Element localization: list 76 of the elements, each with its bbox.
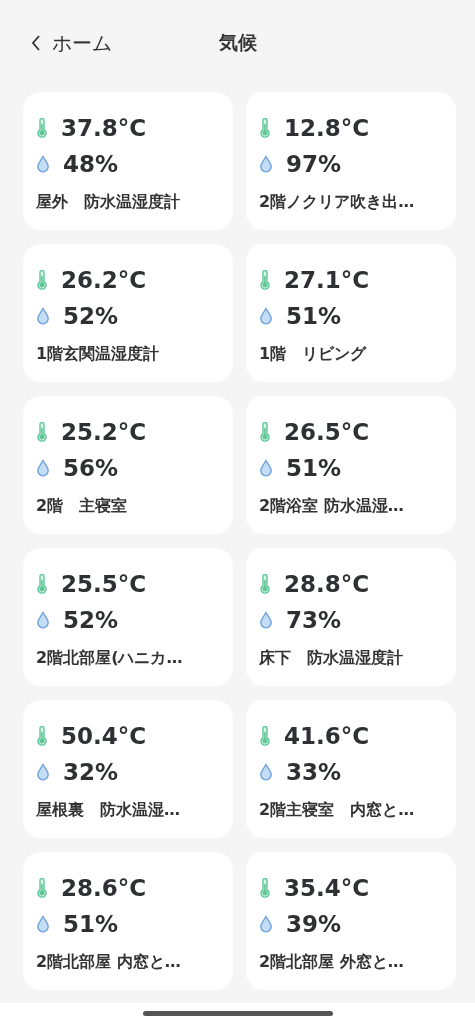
thermometer-icon	[259, 118, 271, 138]
temperature-value: 12.8°C	[284, 115, 370, 141]
sensor-name: 2階 主寝室	[36, 496, 129, 517]
humidity-value: 97%	[286, 151, 342, 177]
sensor-name: 2階浴室 防水温湿…	[259, 496, 405, 517]
droplet-icon	[36, 459, 50, 477]
humidity-value: 33%	[286, 759, 342, 785]
thermometer-icon	[36, 726, 48, 746]
droplet-icon	[259, 459, 273, 477]
sensor-card[interactable]: 26.5°C 51% 2階浴室 防水温湿…	[246, 396, 456, 534]
temperature-value: 50.4°C	[61, 723, 147, 749]
humidity-value: 48%	[63, 151, 119, 177]
humidity-value: 73%	[286, 607, 342, 633]
humidity-value: 51%	[286, 303, 342, 329]
droplet-icon	[259, 763, 273, 781]
droplet-icon	[36, 611, 50, 629]
humidity-value: 51%	[286, 455, 342, 481]
back-button[interactable]: ホーム	[30, 29, 112, 57]
thermometer-icon	[36, 574, 48, 594]
thermometer-icon	[36, 878, 48, 898]
sensor-card[interactable]: 28.6°C 51% 2階北部屋 内窓と…	[23, 852, 233, 990]
humidity-value: 51%	[63, 911, 119, 937]
droplet-icon	[36, 915, 50, 933]
temperature-value: 25.2°C	[61, 419, 147, 445]
temperature-value: 35.4°C	[284, 875, 370, 901]
sensor-card[interactable]: 50.4°C 32% 屋根裏 防水温湿…	[23, 700, 233, 838]
droplet-icon	[36, 307, 50, 325]
sensor-card[interactable]: 28.8°C 73% 床下 防水温湿度計	[246, 548, 456, 686]
humidity-value: 32%	[63, 759, 119, 785]
sensor-name: 屋根裏 防水温湿…	[36, 800, 181, 821]
temperature-value: 26.2°C	[61, 267, 147, 293]
sensor-name: 2階北部屋 外窓と…	[259, 952, 405, 973]
humidity-value: 52%	[63, 607, 119, 633]
thermometer-icon	[259, 574, 271, 594]
sensor-card[interactable]: 35.4°C 39% 2階北部屋 外窓と…	[246, 852, 456, 990]
sensor-name: 2階ノクリア吹き出…	[259, 192, 416, 213]
sensor-card[interactable]: 12.8°C 97% 2階ノクリア吹き出…	[246, 92, 456, 230]
temperature-value: 37.8°C	[61, 115, 147, 141]
sensor-name: 2階主寝室 内窓と…	[259, 800, 416, 821]
temperature-value: 25.5°C	[61, 571, 147, 597]
sensor-name: 床下 防水温湿度計	[259, 648, 404, 669]
sensor-card[interactable]: 25.2°C 56% 2階 主寝室	[23, 396, 233, 534]
thermometer-icon	[36, 422, 48, 442]
temperature-value: 41.6°C	[284, 723, 370, 749]
temperature-value: 28.6°C	[61, 875, 147, 901]
thermometer-icon	[259, 270, 271, 290]
humidity-value: 56%	[63, 455, 119, 481]
droplet-icon	[259, 611, 273, 629]
chevron-left-icon	[30, 34, 42, 52]
thermometer-icon	[259, 422, 271, 442]
sensor-name: 2階北部屋 内窓と…	[36, 952, 182, 973]
droplet-icon	[259, 155, 273, 173]
droplet-icon	[259, 915, 273, 933]
sensor-name: 1階玄関温湿度計	[36, 344, 161, 365]
sensor-name: 2階北部屋(ハニカ…	[36, 648, 184, 669]
temperature-value: 26.5°C	[284, 419, 370, 445]
temperature-value: 28.8°C	[284, 571, 370, 597]
droplet-icon	[36, 155, 50, 173]
thermometer-icon	[36, 270, 48, 290]
sensor-name: 屋外 防水温湿度計	[36, 192, 181, 213]
thermometer-icon	[259, 726, 271, 746]
sensor-card[interactable]: 27.1°C 51% 1階 リビング	[246, 244, 456, 382]
droplet-icon	[36, 763, 50, 781]
sensor-card[interactable]: 25.5°C 52% 2階北部屋(ハニカ…	[23, 548, 233, 686]
sensor-card[interactable]: 41.6°C 33% 2階主寝室 内窓と…	[246, 700, 456, 838]
page-title: 気候	[218, 30, 257, 55]
humidity-value: 39%	[286, 911, 342, 937]
humidity-value: 52%	[63, 303, 119, 329]
sensor-name: 1階 リビング	[259, 344, 368, 365]
thermometer-icon	[36, 118, 48, 138]
sensor-card[interactable]: 26.2°C 52% 1階玄関温湿度計	[23, 244, 233, 382]
thermometer-icon	[259, 878, 271, 898]
home-indicator[interactable]	[142, 1011, 333, 1016]
sensor-card[interactable]: 37.8°C 48% 屋外 防水温湿度計	[23, 92, 233, 230]
temperature-value: 27.1°C	[284, 267, 370, 293]
droplet-icon	[259, 307, 273, 325]
